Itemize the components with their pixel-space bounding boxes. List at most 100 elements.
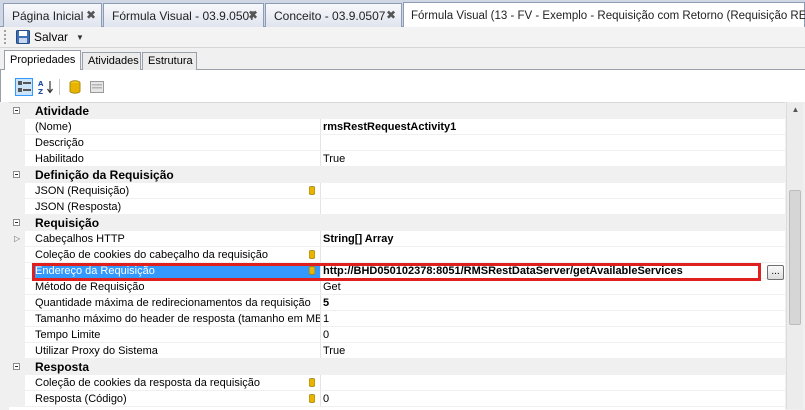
chevron-down-icon[interactable]: ▼ <box>76 33 84 42</box>
category-label: Definição da Requisição <box>35 168 174 182</box>
property-row-max-redirecionamentos[interactable]: Quantidade máxima de redirecionamentos d… <box>9 295 785 311</box>
grid-margin <box>9 167 25 183</box>
close-icon[interactable]: ✖ <box>248 8 258 22</box>
tab-label: Fórmula Visual (13 - FV - Exemplo - Requ… <box>411 9 805 22</box>
grid-margin <box>9 343 25 359</box>
toolbar-grip <box>4 30 10 44</box>
tab-estrutura[interactable]: Estrutura <box>142 52 197 70</box>
property-row-proxy-sistema[interactable]: Utilizar Proxy do Sistema True <box>9 343 785 359</box>
property-row-descricao[interactable]: Descrição <box>9 135 785 151</box>
database-icon <box>309 186 315 195</box>
property-row-cabecalhos-http[interactable]: ▷ Cabeçalhos HTTP String[] Array <box>9 231 785 247</box>
property-grid: Atividade (Nome) rmsRestRequestActivity1… <box>9 102 785 410</box>
property-row-habilitado[interactable]: Habilitado True <box>9 151 785 167</box>
property-row-tempo-limite[interactable]: Tempo Limite 0 <box>9 327 785 343</box>
request-url-value[interactable]: http://BHD050102378:8051/RMSRestDataServ… <box>323 263 683 279</box>
grid-margin <box>9 375 25 391</box>
property-value[interactable]: Get <box>323 279 341 295</box>
property-row-json-resposta[interactable]: JSON (Resposta) <box>9 199 785 215</box>
tab-atividades[interactable]: Atividades <box>82 52 141 70</box>
grid-margin <box>9 327 25 343</box>
main-toolbar: Salvar ▼ <box>0 27 805 48</box>
vertical-scrollbar[interactable]: ▲ <box>786 102 803 409</box>
category-label: Requisição <box>35 216 100 230</box>
scrollbar-thumb[interactable] <box>789 190 801 325</box>
tab-label: Página Inicial <box>12 8 84 23</box>
property-value[interactable]: 5 <box>323 295 329 311</box>
property-name: JSON (Requisição) <box>35 183 321 198</box>
close-icon[interactable]: ✖ <box>86 8 96 22</box>
category-label: Atividade <box>35 104 90 118</box>
category-resposta[interactable]: Resposta <box>9 359 785 375</box>
property-value[interactable]: True <box>323 151 345 167</box>
tab-formula-visual-0507[interactable]: Fórmula Visual - 03.9.0507 ✖ <box>103 3 264 27</box>
alphabetical-view-button[interactable]: A Z <box>37 78 55 96</box>
property-value[interactable]: 0 <box>323 327 329 343</box>
property-name: Método de Requisição <box>35 279 321 294</box>
save-button[interactable]: Salvar ▼ <box>16 30 84 44</box>
category-atividade[interactable]: Atividade <box>9 103 785 119</box>
database-icon <box>309 266 315 275</box>
window-icon <box>90 81 104 93</box>
collapse-icon[interactable] <box>13 219 20 226</box>
property-value[interactable]: 1 <box>323 311 329 327</box>
database-icon <box>309 250 315 259</box>
events-button[interactable] <box>88 78 106 96</box>
property-name: Utilizar Proxy do Sistema <box>35 343 321 358</box>
property-row-endereco-requisicao[interactable]: Endereço da Requisição http://BHD0501023… <box>9 263 785 279</box>
grid-margin <box>9 295 25 311</box>
grid-margin <box>9 279 25 295</box>
scroll-up-icon[interactable]: ▲ <box>788 102 803 118</box>
floppy-disk-icon <box>16 30 30 44</box>
property-name: Descrição <box>35 135 321 150</box>
database-icon <box>309 378 315 387</box>
property-value[interactable]: rmsRestRequestActivity1 <box>323 119 456 135</box>
property-value[interactable]: True <box>323 343 345 359</box>
property-grid-toolbar: A Z <box>0 70 805 102</box>
panel-tab-strip: Propriedades Atividades Estrutura <box>0 50 805 71</box>
property-name: Tamanho máximo do header de resposta (ta… <box>35 311 321 326</box>
grid-margin <box>9 119 25 135</box>
property-row-colecao-cookies-resposta[interactable]: Coleção de cookies da resposta da requis… <box>9 375 785 391</box>
property-row-resposta-codigo[interactable]: Resposta (Código) 0 <box>9 391 785 407</box>
property-value[interactable]: String[] Array <box>323 231 394 247</box>
tab-propriedades[interactable]: Propriedades <box>4 50 81 71</box>
property-name: Coleção de cookies da resposta da requis… <box>35 375 321 390</box>
property-row-metodo-requisicao[interactable]: Método de Requisição Get <box>9 279 785 295</box>
tab-formula-visual-active[interactable]: Fórmula Visual (13 - FV - Exemplo - Requ… <box>403 2 805 28</box>
database-icon <box>309 394 315 403</box>
category-definicao-requisicao[interactable]: Definição da Requisição <box>9 167 785 183</box>
property-name: Tempo Limite <box>35 327 321 342</box>
property-row-tamanho-header[interactable]: Tamanho máximo do header de resposta (ta… <box>9 311 785 327</box>
grid-margin <box>9 311 25 327</box>
expand-arrow-icon[interactable]: ▷ <box>14 231 20 247</box>
property-pages-button[interactable] <box>66 78 84 96</box>
collapse-icon[interactable] <box>13 107 20 114</box>
property-row-json-requisicao[interactable]: JSON (Requisição) <box>9 183 785 199</box>
sort-az-icon: A Z <box>38 80 53 94</box>
svg-text:A: A <box>38 80 44 88</box>
grid-margin <box>9 391 25 407</box>
property-row-colecao-cookies-cabecalho[interactable]: Coleção de cookies do cabeçalho da requi… <box>9 247 785 263</box>
grid-margin <box>9 247 25 263</box>
database-icon <box>69 80 81 94</box>
property-value[interactable]: 0 <box>323 391 329 407</box>
close-icon[interactable]: ✖ <box>386 8 396 22</box>
tab-pagina-inicial[interactable]: Página Inicial ✖ <box>3 3 102 27</box>
ellipsis-button[interactable]: ... <box>767 265 784 280</box>
category-label: Resposta <box>35 360 90 374</box>
grid-margin <box>9 103 25 119</box>
category-requisicao[interactable]: Requisição <box>9 215 785 231</box>
tab-conceito-0507[interactable]: Conceito - 03.9.0507 ✖ <box>265 3 402 27</box>
save-button-label: Salvar <box>34 30 69 44</box>
grid-margin <box>9 183 25 199</box>
grid-margin <box>9 263 25 279</box>
property-name: Habilitado <box>35 151 321 166</box>
collapse-icon[interactable] <box>13 363 20 370</box>
tab-label: Fórmula Visual - 03.9.0507 <box>112 8 256 23</box>
categorized-view-button[interactable] <box>15 78 33 96</box>
property-row-nome[interactable]: (Nome) rmsRestRequestActivity1 <box>9 119 785 135</box>
categorized-icon <box>17 81 31 92</box>
collapse-icon[interactable] <box>13 171 20 178</box>
grid-margin <box>9 199 25 215</box>
